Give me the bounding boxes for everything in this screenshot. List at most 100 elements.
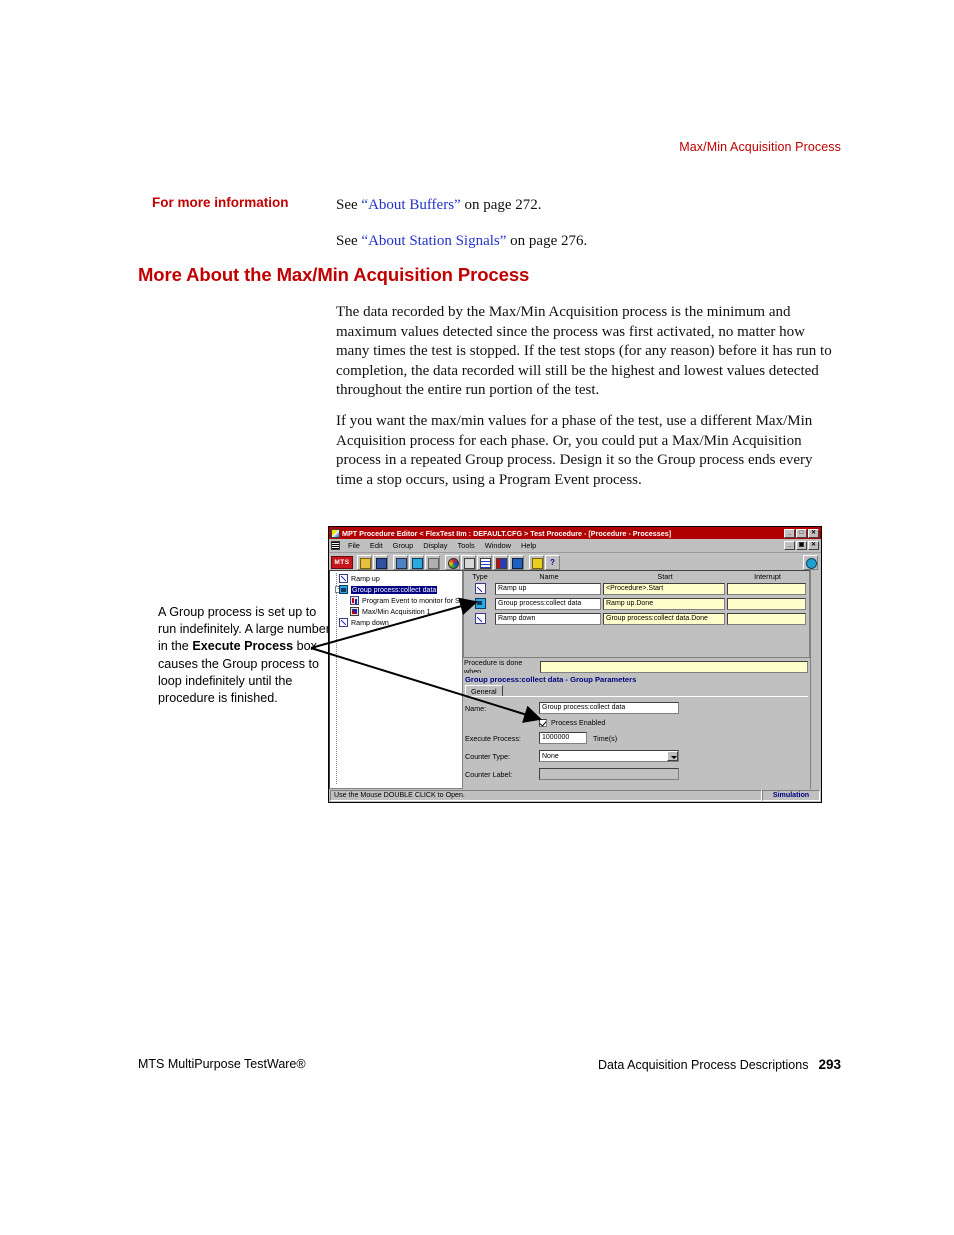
tree-item-program-event[interactable]: Program Event to monitor for Stop — [332, 595, 462, 606]
counter-type-row: Counter Type: None — [465, 749, 808, 763]
counter-label-row: Counter Label: — [465, 767, 808, 781]
counter-label-input[interactable] — [539, 768, 679, 780]
cross-reference-line-1: See “About Buffers” on page 272. — [336, 196, 842, 216]
document-menu-icon[interactable] — [331, 541, 340, 550]
menu-item-window[interactable]: Window — [480, 541, 516, 550]
see-prefix-2: See — [336, 233, 362, 249]
window-control-buttons[interactable]: _ □ ✕ — [784, 528, 820, 538]
table-row[interactable]: Group process:collect data Ramp up.Done — [465, 597, 808, 610]
lock-icon[interactable] — [529, 554, 544, 570]
table-row[interactable]: Ramp up <Procedure>.Start — [465, 582, 808, 595]
row-interrupt-cell[interactable] — [727, 612, 806, 625]
row-type-cell — [465, 613, 495, 624]
row-interrupt-cell[interactable] — [727, 597, 806, 610]
menu-item-edit[interactable]: Edit — [365, 541, 388, 550]
parameters-tab-strip[interactable]: General — [465, 685, 808, 697]
process-table[interactable]: Type Name Start Interrupt Ramp up <Proce… — [463, 570, 810, 658]
column-header-interrupt: Interrupt — [754, 572, 781, 581]
tab-general[interactable]: General — [465, 685, 503, 696]
help-icon[interactable]: ? — [545, 554, 560, 570]
mpt-procedure-editor-window[interactable]: MPT Procedure Editor < FlexTest IIm : DE… — [328, 526, 822, 803]
column-header-name: Name — [539, 572, 559, 581]
tree-item-ramp-down[interactable]: Ramp down — [332, 617, 462, 628]
row-start-cell[interactable]: <Procedure>.Start — [603, 582, 725, 595]
process-enabled-checkbox[interactable] — [539, 718, 547, 727]
margin-heading-for-more-information: For more information — [152, 195, 289, 210]
group-process-icon[interactable] — [409, 554, 424, 570]
mdi-minimize-button[interactable]: _ — [784, 541, 795, 550]
mdi-close-button[interactable]: ✕ — [808, 541, 819, 550]
window-title-text: MPT Procedure Editor < FlexTest IIm : DE… — [342, 528, 672, 538]
group-parameters-panel: Group process:collect data - Group Param… — [463, 673, 810, 789]
tree-item-label: Max/Min Acquisition 1 — [362, 607, 431, 616]
palette-icon[interactable] — [445, 554, 460, 570]
name-field-row: Name: Group process:collect data — [465, 701, 808, 715]
program-event-icon — [350, 596, 359, 605]
body-paragraph-1: The data recorded by the Max/Min Acquisi… — [336, 304, 832, 399]
table-icon[interactable] — [477, 554, 492, 570]
process-enabled-row[interactable]: Process Enabled — [465, 718, 808, 727]
mdi-control-buttons[interactable]: _ ▣ ✕ — [784, 541, 821, 550]
table-header-row: Type Name Start Interrupt — [465, 571, 808, 582]
procedure-done-field[interactable] — [540, 660, 808, 673]
footer-section-title: Data Acquisition Process Descriptions — [597, 1058, 809, 1072]
procedure-done-row[interactable]: Procedure is done when — [463, 658, 810, 676]
ungroup-icon[interactable] — [425, 554, 440, 570]
table-row[interactable]: Ramp down Group process:collect data.Don… — [465, 612, 808, 625]
tree-item-ramp-up[interactable]: Ramp up — [332, 573, 462, 584]
menu-item-group[interactable]: Group — [388, 541, 419, 550]
menu-item-help[interactable]: Help — [516, 541, 541, 550]
row-type-cell — [465, 598, 495, 609]
close-button[interactable]: ✕ — [808, 528, 819, 538]
maximize-button[interactable]: □ — [796, 528, 807, 538]
see-suffix-1: on page 272. — [460, 197, 542, 213]
mdi-restore-button[interactable]: ▣ — [796, 541, 807, 550]
edit-chart-icon[interactable] — [461, 554, 476, 570]
footer-left: MTS MultiPurpose TestWare® — [138, 1057, 306, 1071]
process-enabled-label: Process Enabled — [551, 718, 606, 727]
mts-logo: MTS — [331, 555, 353, 569]
save-disk-icon[interactable] — [373, 554, 388, 570]
execute-process-input[interactable]: 1000000 — [539, 732, 587, 744]
link-about-buffers[interactable]: “About Buffers” — [361, 197, 460, 213]
row-interrupt-cell[interactable] — [727, 582, 806, 595]
group-parameters-title: Group process:collect data - Group Param… — [465, 675, 637, 684]
insert-process-icon[interactable] — [393, 554, 408, 570]
link-about-station-signals[interactable]: “About Station Signals” — [361, 233, 506, 249]
tree-item-group-process[interactable]: - Group process:collect data — [332, 584, 462, 595]
counter-type-select[interactable]: None — [539, 750, 679, 762]
tree-item-label: Ramp down — [351, 618, 389, 627]
refresh-icon[interactable] — [803, 554, 818, 570]
menu-bar[interactable]: File Edit Group Display Tools Window Hel… — [329, 539, 821, 553]
menu-item-display[interactable]: Display — [418, 541, 452, 550]
ramp-down-icon — [474, 613, 486, 624]
row-start-cell[interactable]: Group process:collect data.Done — [603, 612, 725, 625]
column-header-type: Type — [472, 572, 488, 581]
ramp-down-icon — [339, 618, 348, 627]
row-name-cell[interactable]: Ramp down — [495, 612, 601, 625]
menu-item-tools[interactable]: Tools — [452, 541, 479, 550]
chevron-down-icon[interactable] — [667, 751, 678, 761]
row-name-cell[interactable]: Group process:collect data — [495, 597, 601, 610]
process-tree-pane[interactable]: Ramp up - Group process:collect data Pro… — [329, 570, 463, 789]
tree-item-maxmin-acquisition[interactable]: Max/Min Acquisition 1 — [332, 606, 462, 617]
tree-item-label: Group process:collect data — [351, 585, 438, 594]
row-start-cell[interactable]: Ramp up.Done — [603, 597, 725, 610]
tree-item-label: Program Event to monitor for Stop — [362, 596, 463, 605]
status-mode-badge: Simulation — [762, 790, 820, 801]
name-input[interactable]: Group process:collect data — [539, 702, 679, 714]
body-paragraph-2: If you want the max/min values for a pha… — [336, 413, 813, 488]
tree-item-label: Ramp up — [351, 574, 380, 583]
open-folder-icon[interactable] — [357, 554, 372, 570]
row-name-cell[interactable]: Ramp up — [495, 582, 601, 595]
callout-bold-execute-process: Execute Process — [192, 639, 294, 654]
signals-icon[interactable] — [493, 554, 508, 570]
vertical-scrollbar[interactable] — [810, 570, 821, 789]
running-head: Max/Min Acquisition Process — [679, 140, 841, 154]
menu-item-file[interactable]: File — [343, 541, 365, 550]
table-empty-area[interactable] — [465, 627, 808, 655]
minimize-button[interactable]: _ — [784, 528, 795, 538]
monitor-icon[interactable] — [509, 554, 524, 570]
status-message: Use the Mouse DOUBLE CLICK to Open. — [330, 790, 762, 801]
section-heading: More About the Max/Min Acquisition Proce… — [138, 264, 530, 285]
